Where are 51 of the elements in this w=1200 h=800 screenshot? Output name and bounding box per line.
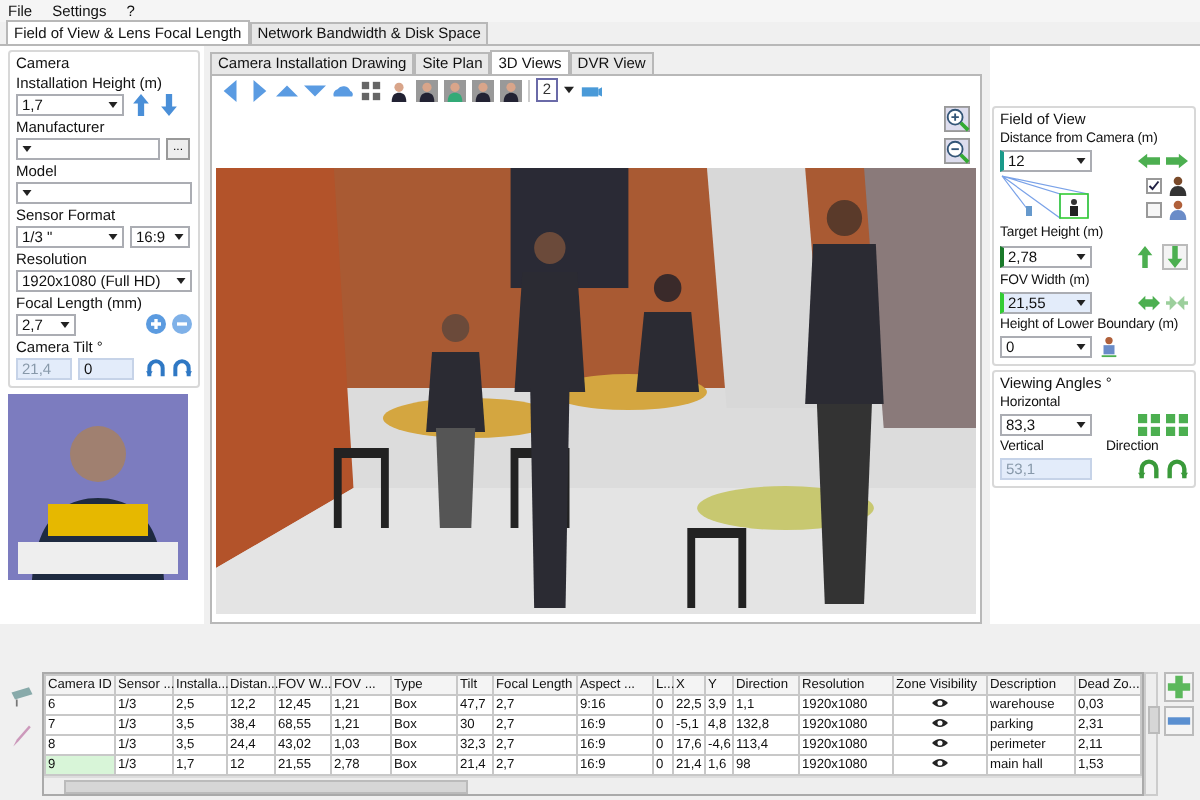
eye-icon[interactable]: [932, 758, 948, 769]
arrow-left-icon[interactable]: [220, 79, 242, 102]
arrow-up-icon[interactable]: [1134, 245, 1156, 268]
zoom-in-icon[interactable]: [944, 105, 970, 132]
minus-icon[interactable]: [172, 314, 192, 335]
eye-icon[interactable]: [932, 738, 948, 749]
vertical-scrollbar[interactable]: [1144, 672, 1158, 796]
caret-icon: [60, 321, 70, 328]
double-arrow-icon[interactable]: [1166, 291, 1188, 314]
arrow-up-icon[interactable]: [130, 93, 152, 116]
caret-icon: [1076, 343, 1086, 350]
caret-icon: [108, 101, 118, 108]
dropdown[interactable]: [16, 181, 192, 204]
eye-icon[interactable]: [932, 698, 948, 709]
double-arrow-icon[interactable]: [1138, 291, 1160, 314]
checkbox[interactable]: [1146, 177, 1162, 194]
rotate-left-icon[interactable]: [1138, 457, 1160, 480]
caret-icon: [174, 233, 184, 240]
person-icon[interactable]: [472, 79, 494, 102]
caret-icon: [22, 145, 32, 152]
rotate-right-icon[interactable]: [1166, 457, 1188, 480]
person-icon[interactable]: [416, 79, 438, 102]
caret-icon: [1076, 421, 1086, 428]
pen-icon[interactable]: [8, 722, 36, 750]
caret-icon: [176, 277, 186, 284]
person-icon: [1168, 199, 1188, 220]
caret-icon: [1076, 253, 1086, 260]
arrow-down-icon[interactable]: [1162, 243, 1188, 270]
caret-icon: [1076, 299, 1086, 306]
fov-diagram-drawing: [1000, 173, 1092, 222]
dropdown[interactable]: [16, 137, 160, 160]
horizontal-scrollbar[interactable]: [44, 776, 1142, 794]
add-icon[interactable]: [1164, 672, 1194, 702]
arrow-right-icon[interactable]: [248, 79, 270, 102]
eye-icon[interactable]: [932, 718, 948, 729]
grid-icon[interactable]: [360, 79, 382, 102]
person-icon: [1168, 175, 1188, 196]
caret-icon: [1076, 157, 1086, 164]
remove-icon[interactable]: [1164, 706, 1194, 736]
checkbox[interactable]: [1146, 201, 1162, 218]
zoom-out-icon[interactable]: [944, 137, 970, 164]
caret-icon: [22, 189, 32, 196]
caret-icon[interactable]: [564, 86, 574, 95]
person-icon[interactable]: [388, 79, 410, 102]
rotate-left-icon[interactable]: [146, 358, 166, 379]
camera-icon[interactable]: [8, 682, 36, 710]
rotate-right-icon[interactable]: [172, 358, 192, 379]
caret-icon: [108, 233, 118, 240]
arrow-down-icon[interactable]: [158, 93, 180, 116]
person-icon[interactable]: [500, 79, 522, 102]
plus-icon[interactable]: [146, 314, 166, 335]
